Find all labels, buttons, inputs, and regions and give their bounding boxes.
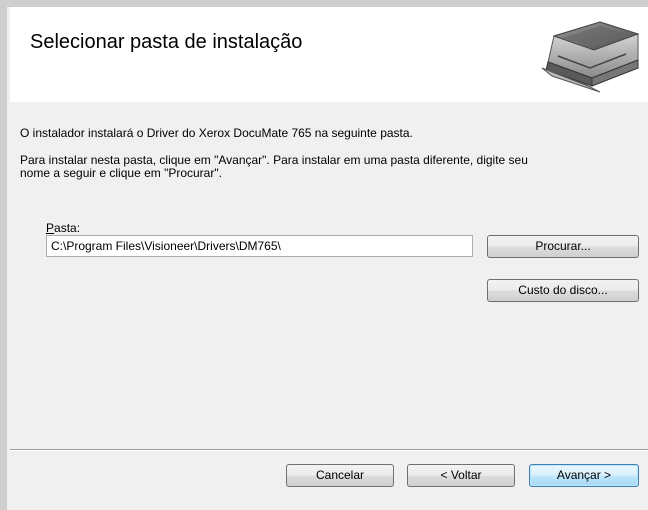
header-divider xyxy=(10,101,648,102)
cancel-button[interactable]: Cancelar xyxy=(286,464,394,487)
folder-label-text: asta: xyxy=(54,221,81,235)
folder-label: Pasta: xyxy=(46,221,80,235)
description-line-1: O instalador instalará o Driver do Xerox… xyxy=(20,126,413,140)
description-line-3: nome a seguir e clique em "Procurar". xyxy=(20,166,222,180)
footer-divider-highlight xyxy=(10,450,648,451)
window-frame-top xyxy=(0,0,648,7)
browse-button[interactable]: Procurar... xyxy=(487,235,639,258)
window-frame-left xyxy=(0,0,7,510)
disk-cost-button[interactable]: Custo do disco... xyxy=(487,279,639,302)
folder-path-input[interactable] xyxy=(46,235,473,257)
installer-dialog: Selecionar pasta de instalação O instala… xyxy=(10,12,648,510)
folder-label-accelerator: P xyxy=(46,221,55,235)
page-title: Selecionar pasta de instalação xyxy=(30,31,303,53)
next-button[interactable]: Avançar > xyxy=(529,464,639,487)
scanner-image xyxy=(541,21,640,93)
dialog-header: Selecionar pasta de instalação xyxy=(10,12,648,102)
back-button[interactable]: < Voltar xyxy=(407,464,515,487)
